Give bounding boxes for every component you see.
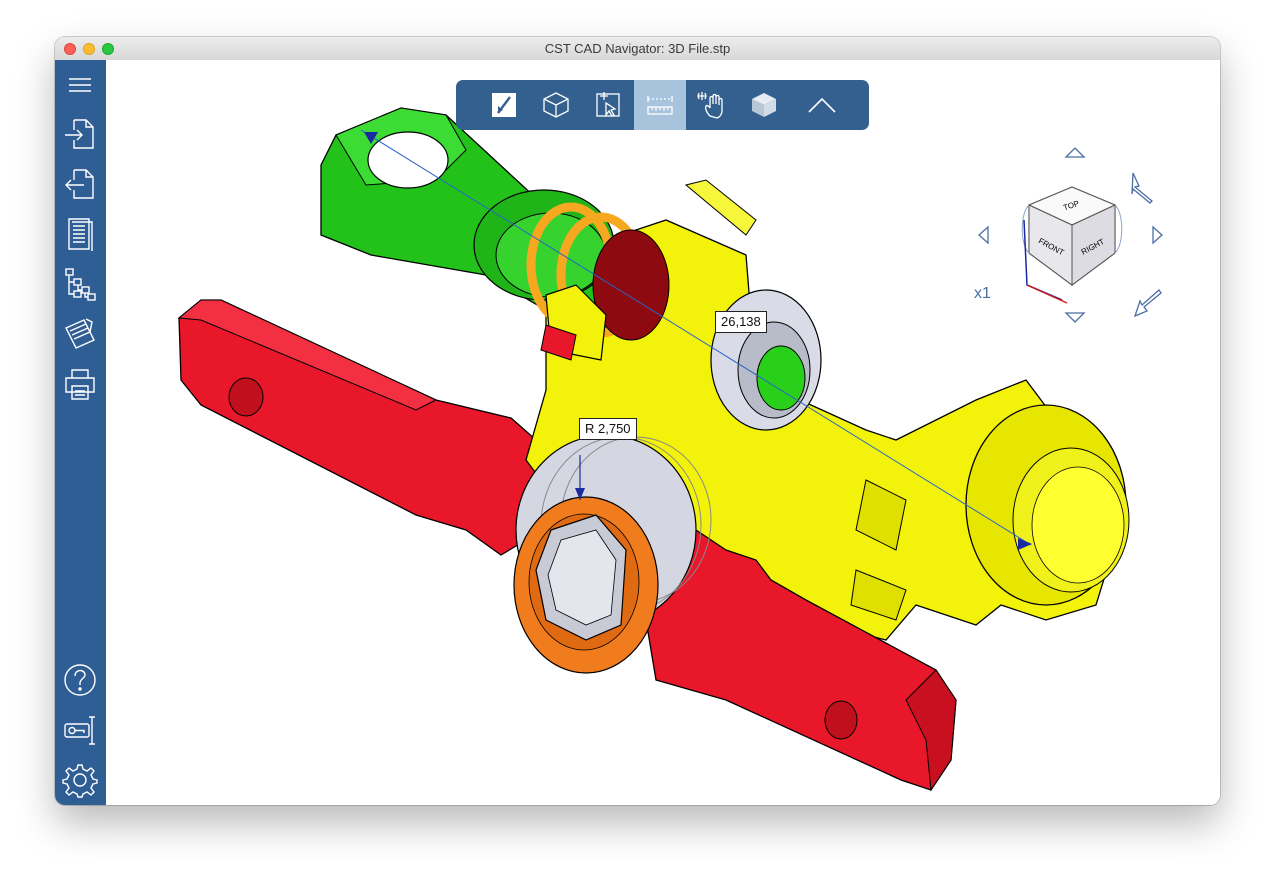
window-title: CST CAD Navigator: 3D File.stp — [544, 41, 731, 56]
sidebar — [55, 60, 106, 805]
roll-ccw-arrow-icon[interactable] — [1131, 172, 1153, 204]
settings-button[interactable] — [60, 760, 100, 800]
print-icon — [65, 369, 95, 400]
collapse-toolbar-button[interactable] — [796, 80, 848, 130]
roll-cw-arrow-icon[interactable] — [1133, 289, 1162, 318]
menu-button[interactable] — [60, 65, 100, 105]
chevron-up-icon — [808, 97, 836, 113]
rotate-down-arrow-icon[interactable] — [1064, 312, 1086, 323]
cube-outline-icon — [543, 92, 569, 118]
document-button[interactable] — [60, 214, 100, 254]
import-icon — [65, 119, 94, 149]
print-button[interactable] — [60, 364, 100, 404]
import-button[interactable] — [60, 114, 100, 154]
pan-tool-button[interactable] — [686, 80, 738, 130]
document-icon — [68, 218, 93, 251]
select-tool-button[interactable] — [478, 80, 530, 130]
tree-icon — [65, 268, 96, 301]
bracket-hole — [228, 377, 264, 417]
measure-tool-button[interactable] — [634, 80, 686, 130]
rotate-up-arrow-icon[interactable] — [1064, 147, 1086, 158]
measure-ruler-icon — [647, 96, 673, 115]
rotate-left-arrow-icon[interactable] — [978, 225, 989, 245]
pick-tool-button[interactable] — [582, 80, 634, 130]
export-icon — [65, 169, 94, 199]
pick-tool-icon — [596, 92, 620, 117]
rotate-right-arrow-icon[interactable] — [1152, 225, 1163, 245]
license-button[interactable] — [60, 710, 100, 750]
shaded-view-button[interactable] — [738, 80, 790, 130]
drawing-button[interactable] — [60, 314, 100, 354]
navigation-cube-widget: TOP FRONT RIGHT — [978, 147, 1163, 323]
app-window: CST CAD Navigator: 3D File.stp 26,138 R … — [55, 37, 1220, 805]
drawing-icon — [65, 318, 95, 349]
hand-icon — [697, 92, 723, 119]
settings-icon — [62, 764, 98, 798]
radius-label: R 2,750 — [579, 418, 637, 440]
cube-solid-icon — [752, 93, 776, 117]
export-button[interactable] — [60, 164, 100, 204]
title-bar: CST CAD Navigator: 3D File.stp — [55, 37, 1220, 61]
menu-icon — [69, 78, 91, 92]
zoom-level-label: x1 — [974, 285, 991, 302]
distance-label: 26,138 — [715, 311, 767, 333]
select-tool-icon — [492, 93, 516, 117]
license-icon — [64, 716, 95, 745]
structure-tree-button[interactable] — [60, 264, 100, 304]
help-icon — [64, 664, 96, 696]
3d-view-button[interactable] — [530, 80, 582, 130]
top-toolbar — [456, 80, 869, 130]
red-bracket-part — [178, 299, 547, 556]
help-button[interactable] — [60, 660, 100, 700]
3d-viewport[interactable]: 26,138 R 2,750 TOP FRONT RIGHT x1 — [106, 60, 1220, 805]
